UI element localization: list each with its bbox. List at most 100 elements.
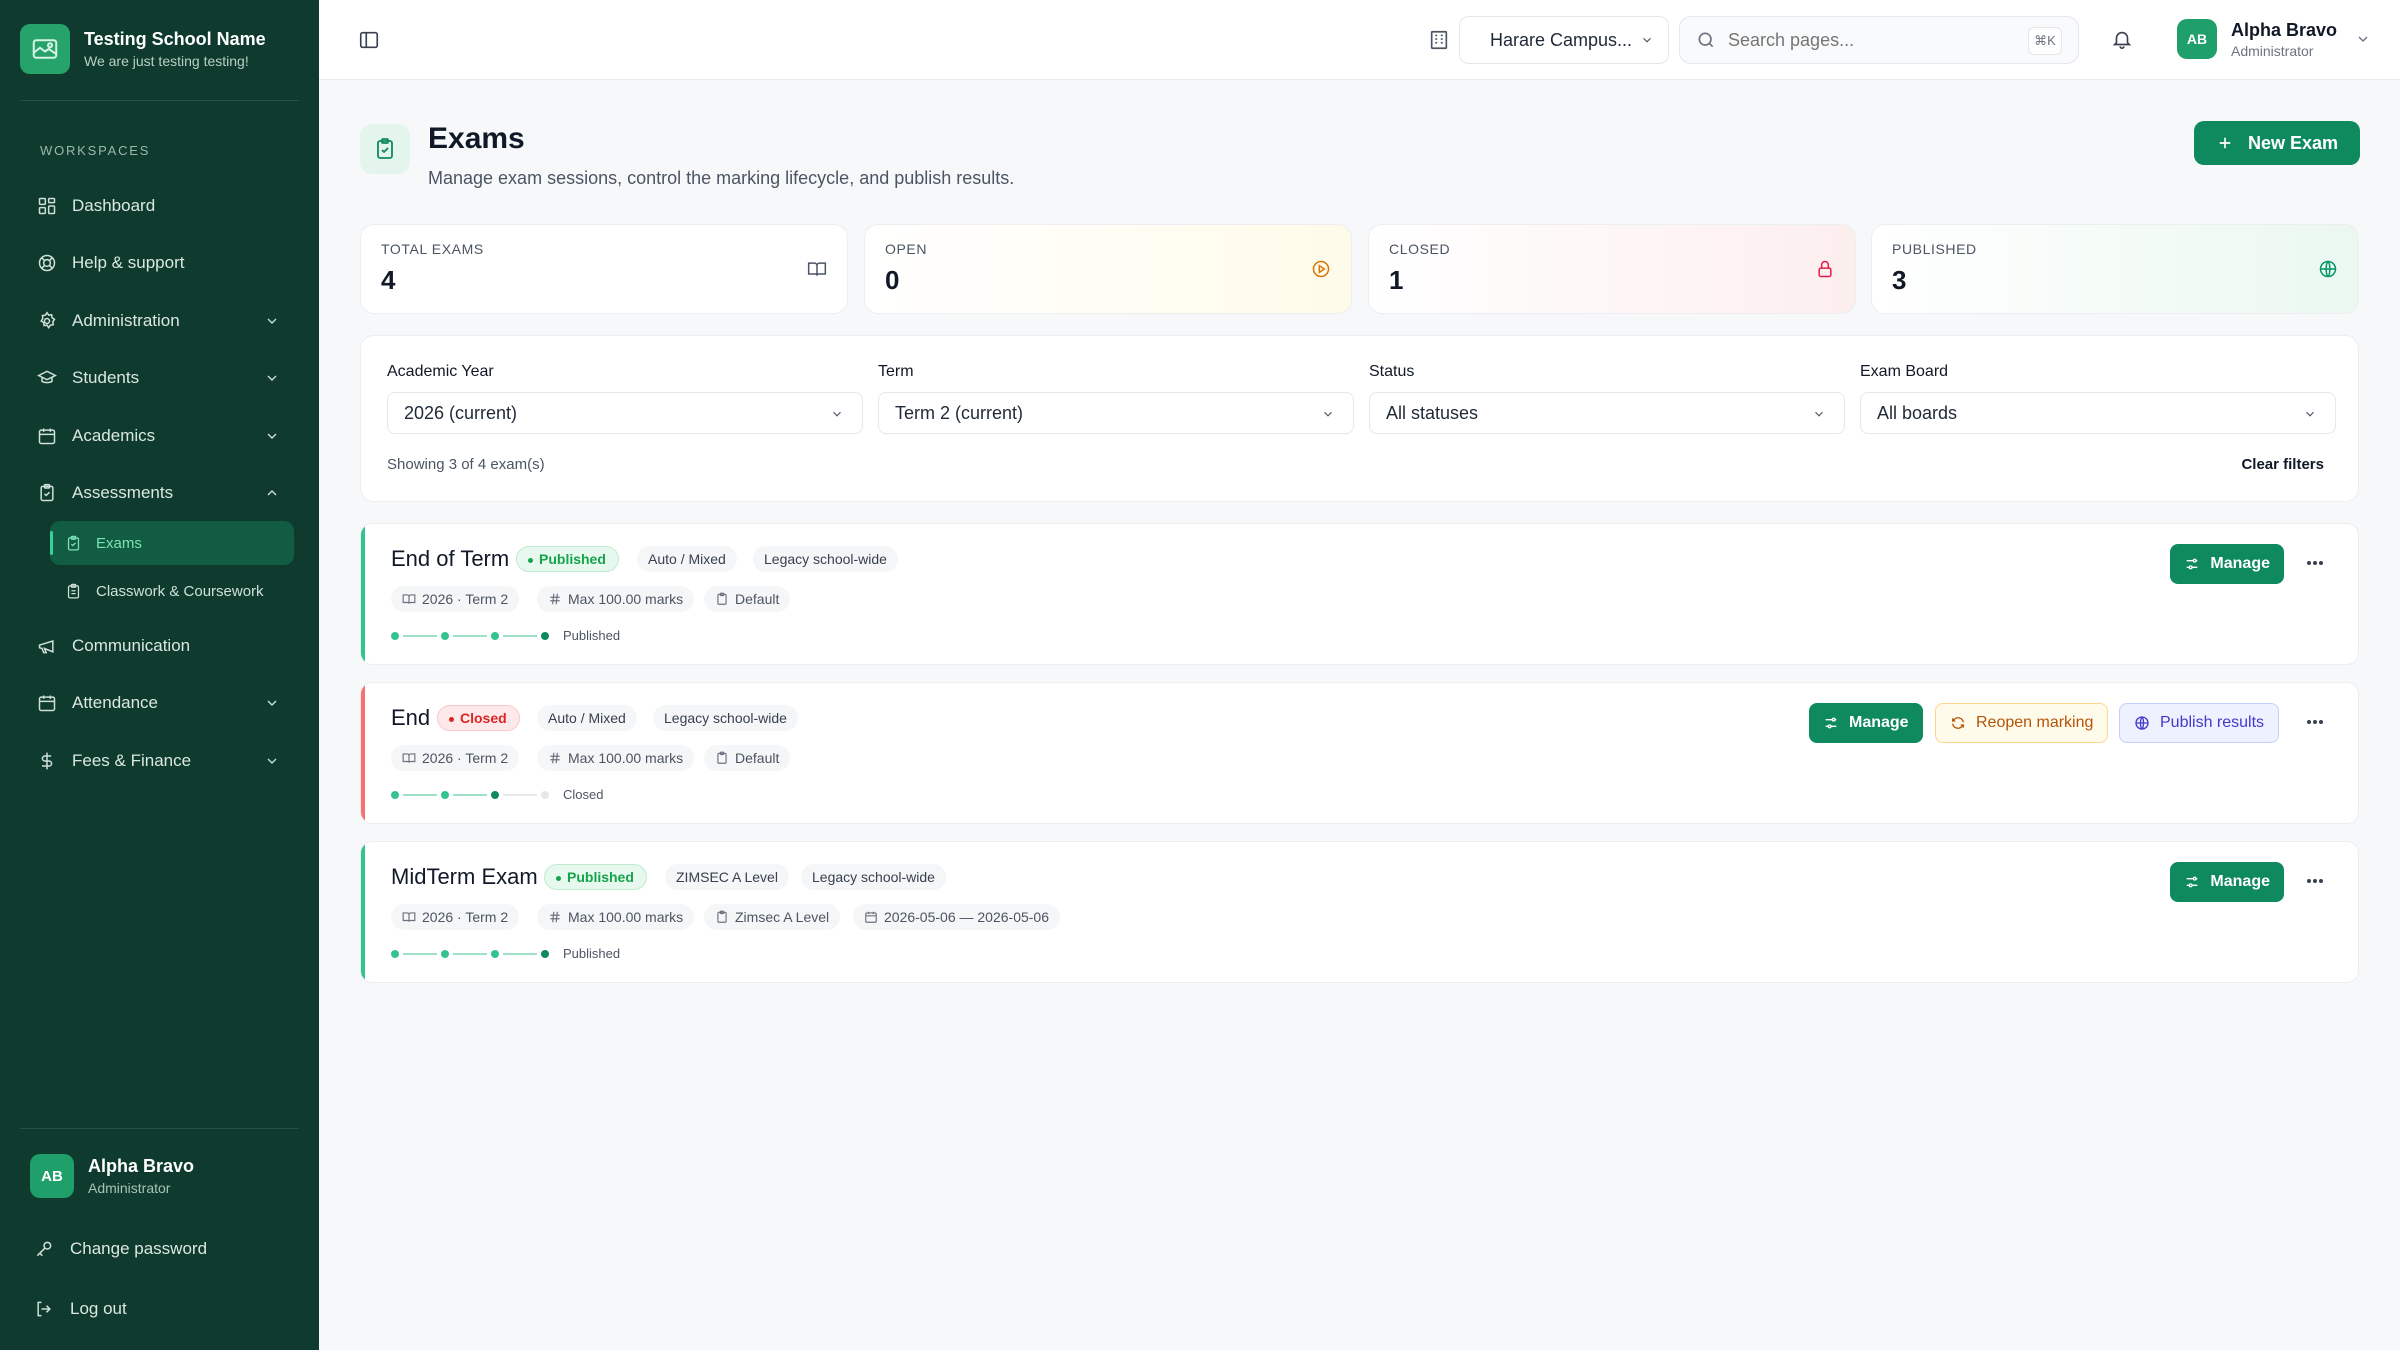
reopen-label: Reopen marking xyxy=(1976,714,2094,731)
sidebar-item-academics[interactable]: Academics xyxy=(20,413,294,459)
exam-chip: Legacy school-wide xyxy=(801,864,946,890)
exam-title[interactable]: MidTerm Exam xyxy=(391,864,538,890)
status-badge: Published xyxy=(516,546,619,572)
more-options-icon[interactable] xyxy=(2306,878,2324,884)
sidebar-subitem-label: Exams xyxy=(96,534,142,552)
lifebuoy-icon xyxy=(36,252,58,274)
sidebar-subitem-classwork[interactable]: Classwork & Coursework xyxy=(50,569,294,613)
results-count: Showing 3 of 4 exam(s) xyxy=(387,456,545,473)
sidebar-item-label: Academics xyxy=(72,426,156,445)
stat-value: 4 xyxy=(381,265,396,295)
more-options-icon[interactable] xyxy=(2306,560,2324,566)
change-password-link[interactable]: Change password xyxy=(34,1239,207,1259)
step-dot xyxy=(541,790,549,799)
sidebar-toggle-icon[interactable] xyxy=(358,29,380,51)
stat-label: PUBLISHED xyxy=(1892,241,1977,257)
stage-label: Published xyxy=(563,628,621,643)
sidebar-item-communication[interactable]: Communication xyxy=(20,623,294,669)
meta-text: 2026-05-06 — 2026-05-06 xyxy=(884,909,1050,925)
sidebar-item-label: Dashboard xyxy=(72,196,156,215)
manage-button[interactable]: Manage xyxy=(2170,862,2284,902)
lifecycle-progress: Published xyxy=(391,628,620,643)
manage-label: Manage xyxy=(2210,873,2270,890)
meta-text: 2026 · Term 2 xyxy=(422,750,509,766)
clear-filters-button[interactable]: Clear filters xyxy=(2241,456,2324,473)
school-tagline: We are just testing testing! xyxy=(84,53,249,69)
sliders-icon xyxy=(2184,556,2210,572)
step-dot xyxy=(391,949,399,958)
lifecycle-progress: Closed xyxy=(391,787,603,802)
stat-value: 1 xyxy=(1389,265,1404,295)
status-accent-bar xyxy=(361,683,365,823)
term-select[interactable]: Term 2 (current) xyxy=(878,392,1354,434)
sidebar-subitem-label: Classwork & Coursework xyxy=(96,582,264,600)
calendar-icon xyxy=(864,910,884,924)
clipboard-icon xyxy=(715,910,735,924)
reopen-marking-button[interactable]: Reopen marking xyxy=(1935,703,2109,743)
step-line xyxy=(403,952,437,955)
step-line xyxy=(503,634,537,637)
meta-term: 2026 · Term 2 xyxy=(391,904,520,930)
meta-max-marks: Max 100.00 marks xyxy=(537,904,695,930)
exam-title[interactable]: End of Term xyxy=(391,546,509,572)
meta-board: Default xyxy=(704,745,791,771)
step-line xyxy=(453,634,487,637)
gear-icon xyxy=(36,310,58,332)
filter-label-status: Status xyxy=(1369,363,1415,380)
step-dot xyxy=(441,790,449,799)
sidebar-item-help[interactable]: Help & support xyxy=(20,240,294,286)
bell-icon[interactable] xyxy=(2111,28,2133,50)
sidebar-user[interactable]: AB Alpha Bravo Administrator xyxy=(30,1154,194,1198)
publish-label: Publish results xyxy=(2160,714,2265,731)
graduation-cap-icon xyxy=(36,367,58,389)
user-menu[interactable]: AB Alpha Bravo Administrator xyxy=(2177,19,2371,59)
meta-text: Max 100.00 marks xyxy=(568,750,684,766)
sidebar-item-fees[interactable]: Fees & Finance xyxy=(20,738,294,784)
publish-results-button[interactable]: Publish results xyxy=(2119,703,2280,743)
meta-board: Default xyxy=(704,586,791,612)
page-icon xyxy=(360,124,410,174)
sidebar-item-administration[interactable]: Administration xyxy=(20,298,294,344)
sidebar-item-dashboard[interactable]: Dashboard xyxy=(20,183,294,229)
exam-title[interactable]: End xyxy=(391,705,430,731)
new-exam-button[interactable]: New Exam xyxy=(2194,121,2360,165)
sidebar-item-assessments[interactable]: Assessments xyxy=(20,470,294,516)
clipboard-check-icon xyxy=(36,482,58,504)
sidebar-item-attendance[interactable]: Attendance xyxy=(20,680,294,726)
search-input[interactable] xyxy=(1728,29,2018,51)
exam-board-select[interactable]: All boards xyxy=(1860,392,2336,434)
step-line xyxy=(503,793,537,796)
more-options-icon[interactable] xyxy=(2306,719,2324,725)
user-name: Alpha Bravo xyxy=(2231,19,2338,40)
status-badge: Closed xyxy=(437,705,520,731)
stage-label: Published xyxy=(563,946,621,961)
logout-link[interactable]: Log out xyxy=(34,1299,127,1319)
book-open-icon xyxy=(402,592,422,606)
shortcut-hint: ⌘K xyxy=(2028,27,2062,55)
stage-label: Closed xyxy=(563,787,604,802)
step-dot xyxy=(391,790,399,799)
sidebar-subitem-exams[interactable]: Exams xyxy=(50,521,294,565)
stat-card-total: TOTAL EXAMS 4 xyxy=(360,224,848,314)
exam-chip: Legacy school-wide xyxy=(753,546,898,572)
filter-label-exam-board: Exam Board xyxy=(1860,363,1949,380)
avatar: AB xyxy=(2177,19,2217,59)
sidebar-item-students[interactable]: Students xyxy=(20,355,294,401)
academic-year-select[interactable]: 2026 (current) xyxy=(387,392,863,434)
stat-card-open: OPEN 0 xyxy=(864,224,1352,314)
manage-button[interactable]: Manage xyxy=(1809,703,1923,743)
manage-button[interactable]: Manage xyxy=(2170,544,2284,584)
status-select[interactable]: All statuses xyxy=(1369,392,1845,434)
status-accent-bar xyxy=(361,524,365,664)
book-open-icon xyxy=(402,910,422,924)
campus-select[interactable]: Harare Campus... xyxy=(1459,16,1669,64)
manage-label: Manage xyxy=(1849,714,1909,731)
play-circle-icon xyxy=(1311,259,1331,279)
filter-label-term: Term xyxy=(878,363,914,380)
search-bar[interactable]: ⌘K xyxy=(1679,16,2079,64)
clipboard-icon xyxy=(715,751,735,765)
step-line xyxy=(503,952,537,955)
brand[interactable]: Testing School Name We are just testing … xyxy=(20,24,266,74)
meta-term: 2026 · Term 2 xyxy=(391,745,520,771)
chevron-down-icon xyxy=(264,313,280,329)
